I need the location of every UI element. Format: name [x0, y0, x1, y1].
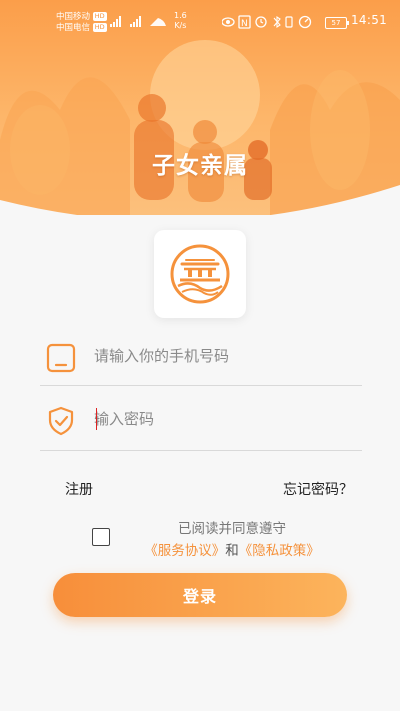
password-input[interactable]	[94, 404, 354, 434]
agreement-checkbox[interactable]	[92, 528, 110, 546]
agreement-text: 已阅读并同意遵守 《服务协议》和《隐私政策》	[110, 518, 354, 562]
login-button[interactable]: 登录	[53, 573, 347, 617]
network-speed: 1.6 K/s	[174, 11, 187, 30]
text-cursor	[96, 408, 97, 430]
status-bar: 中国移动 HD 中国电信 HD 1.6 K/s N 57 14:51	[0, 0, 400, 44]
phone-field-row	[40, 323, 362, 387]
page-title: 子女亲属	[152, 153, 248, 179]
agreement-and: 和	[225, 543, 239, 559]
agreement-intro: 已阅读并同意遵守	[178, 521, 286, 537]
phone-icon	[46, 343, 76, 373]
carrier-2: 中国电信	[56, 23, 91, 33]
hd-badge: HD	[92, 23, 107, 32]
privacy-policy-link[interactable]: 《隐私政策》	[239, 543, 320, 559]
service-agreement-link[interactable]: 《服务协议》	[144, 543, 225, 559]
hd-badge: HD	[92, 12, 107, 21]
phone-input[interactable]	[94, 341, 354, 371]
app-logo-icon	[170, 244, 230, 304]
password-field-row	[40, 386, 362, 450]
signal-icon	[110, 16, 166, 27]
app-logo	[154, 230, 246, 318]
battery-indicator: 57	[325, 17, 349, 29]
svg-text:N: N	[241, 19, 248, 29]
shield-check-icon	[48, 406, 74, 436]
carrier-info: 中国移动 HD 中国电信 HD	[56, 12, 107, 34]
carrier-1: 中国移动	[56, 12, 91, 22]
status-time: 14:51	[351, 13, 388, 27]
system-icons: N	[222, 15, 312, 29]
forgot-password-link[interactable]: 忘记密码？	[283, 479, 353, 499]
password-divider	[40, 450, 362, 451]
header-banner: 中国移动 HD 中国电信 HD 1.6 K/s N 57 14:51 子女亲属	[0, 0, 400, 215]
register-link[interactable]: 注册	[65, 479, 93, 499]
